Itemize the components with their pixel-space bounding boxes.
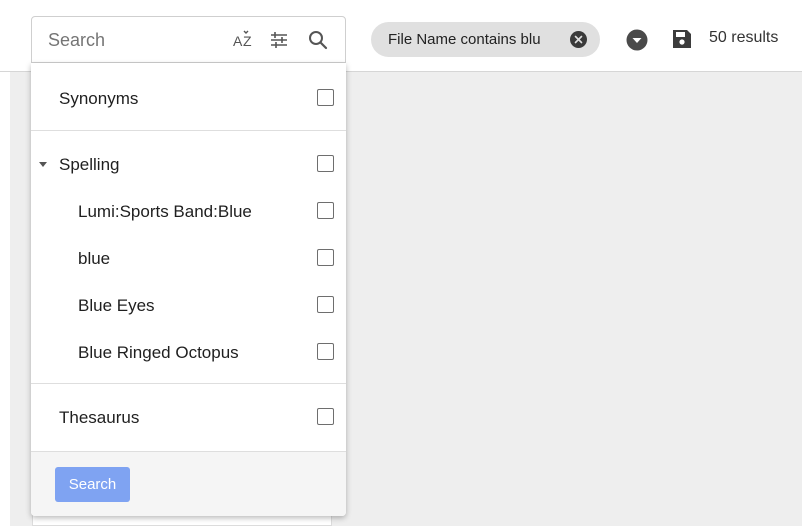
search-input[interactable] bbox=[46, 17, 220, 64]
spelling-item-label: Blue Eyes bbox=[78, 296, 155, 315]
option-label: Thesaurus bbox=[59, 408, 140, 427]
synonyms-checkbox[interactable] bbox=[317, 89, 334, 106]
option-spelling[interactable]: Spelling bbox=[31, 142, 346, 188]
spelling-item-label: blue bbox=[78, 249, 111, 268]
option-synonyms[interactable]: Synonyms bbox=[31, 76, 346, 122]
search-icon[interactable] bbox=[307, 29, 329, 51]
dropdown-footer: Search bbox=[31, 451, 346, 516]
spelling-item[interactable]: Blue Ringed Octopus bbox=[31, 330, 346, 376]
svg-text:Z: Z bbox=[243, 33, 252, 49]
tune-icon[interactable] bbox=[268, 29, 290, 51]
spelling-item[interactable]: blue bbox=[31, 236, 346, 282]
search-box: A Z bbox=[31, 16, 346, 64]
spelling-item[interactable]: Lumi:Sports Band:Blue bbox=[31, 189, 346, 235]
search-button[interactable]: Search bbox=[55, 467, 130, 502]
spelling-checkbox[interactable] bbox=[317, 155, 334, 172]
option-thesaurus[interactable]: Thesaurus bbox=[31, 395, 346, 441]
close-circle-icon[interactable] bbox=[570, 31, 587, 48]
filter-chip-label: File Name contains blu bbox=[388, 31, 541, 48]
save-icon[interactable] bbox=[672, 29, 692, 49]
results-count: 50 results bbox=[709, 29, 779, 46]
caret-down-icon[interactable] bbox=[39, 162, 47, 167]
sort-az-icon[interactable]: A Z bbox=[233, 29, 255, 51]
svg-text:A: A bbox=[233, 33, 243, 49]
filter-chip[interactable]: File Name contains blu bbox=[371, 22, 600, 57]
spelling-item-label: Blue Ringed Octopus bbox=[78, 343, 239, 362]
divider bbox=[31, 383, 346, 384]
spelling-item-checkbox[interactable] bbox=[317, 343, 334, 360]
search-options-dropdown: Synonyms Spelling Lumi:Sports Band:Blue … bbox=[31, 63, 346, 516]
spelling-item-label: Lumi:Sports Band:Blue bbox=[78, 202, 252, 221]
option-label: Synonyms bbox=[59, 89, 139, 108]
option-label: Spelling bbox=[59, 155, 120, 174]
dropdown-arrow-icon[interactable] bbox=[626, 29, 648, 51]
spelling-item-checkbox[interactable] bbox=[317, 249, 334, 266]
left-panel-edge bbox=[0, 72, 10, 526]
spelling-item-checkbox[interactable] bbox=[317, 202, 334, 219]
spelling-item[interactable]: Blue Eyes bbox=[31, 283, 346, 329]
spelling-item-checkbox[interactable] bbox=[317, 296, 334, 313]
thesaurus-checkbox[interactable] bbox=[317, 408, 334, 425]
divider bbox=[31, 130, 346, 131]
